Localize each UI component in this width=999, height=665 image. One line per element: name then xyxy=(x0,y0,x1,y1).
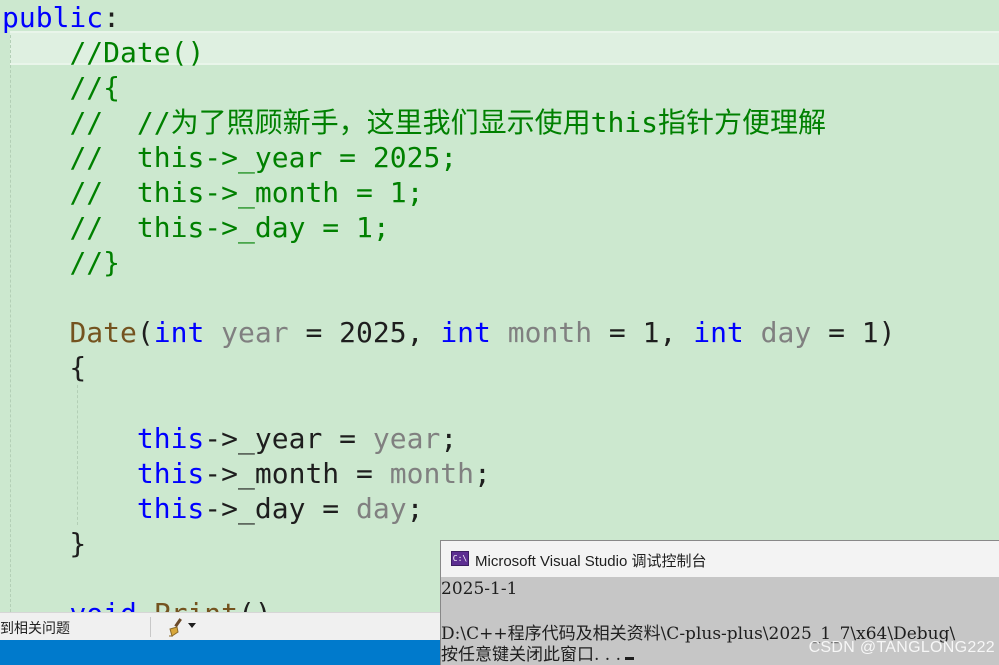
code-token: : xyxy=(103,1,121,34)
related-issues-label[interactable]: 到相关问题 xyxy=(0,618,70,638)
code-token: ; xyxy=(474,457,491,490)
code-token: ->_month = xyxy=(204,457,390,490)
code-token: this xyxy=(136,492,205,525)
cursor-block xyxy=(625,657,635,660)
code-token: = 1) xyxy=(811,316,896,349)
code-token: // this->_day = 1; xyxy=(69,211,390,244)
code-token: //} xyxy=(69,246,121,279)
console-title: Microsoft Visual Studio 调试控制台 xyxy=(475,553,707,570)
code-token: // //为了照顾新手，这里我们显示使用this指针方便理解 xyxy=(69,106,827,139)
code-line[interactable]: public: xyxy=(2,0,120,35)
code-token: // this->_year = 2025; xyxy=(69,141,458,174)
code-token: // this->_month = 1; xyxy=(69,176,424,209)
code-line[interactable]: // this->_month = 1; xyxy=(2,175,423,210)
code-line[interactable]: } xyxy=(2,526,86,561)
code-token: void xyxy=(69,597,136,612)
code-token: this xyxy=(136,457,205,490)
console-line: 2025-1-1 xyxy=(441,579,518,599)
code-token: { xyxy=(2,351,87,384)
console-prompt-line: 按任意键关闭此窗口. . . xyxy=(441,640,635,665)
console-title-bar[interactable]: C:\ Microsoft Visual Studio 调试控制台 xyxy=(441,541,999,577)
code-line[interactable]: void Print() xyxy=(2,596,272,612)
toolbar-separator xyxy=(150,617,151,637)
code-token: month xyxy=(507,316,593,349)
code-token: int xyxy=(693,316,744,349)
console-app-icon: C:\ xyxy=(451,551,469,566)
code-token: int xyxy=(153,316,205,349)
chevron-down-icon[interactable] xyxy=(188,623,196,628)
status-bar xyxy=(0,640,440,665)
code-line[interactable]: //{ xyxy=(2,70,120,105)
code-token: Print xyxy=(154,597,238,612)
code-token: month xyxy=(389,457,475,490)
code-token: () xyxy=(238,597,272,612)
code-editor[interactable]: public: //Date() //{ // //为了照顾新手，这里我们显示使… xyxy=(0,0,999,612)
error-list-toolbar: 到相关问题 xyxy=(0,612,440,641)
code-token: int xyxy=(440,316,491,349)
code-line[interactable]: // this->_year = 2025; xyxy=(2,140,457,175)
code-token: this xyxy=(136,422,205,455)
code-line[interactable]: this->_day = day; xyxy=(2,491,424,526)
code-token: ; xyxy=(406,492,424,525)
console-line: 按任意键关闭此窗口. . . xyxy=(441,645,622,665)
code-token: ; xyxy=(440,422,458,455)
code-line[interactable]: //Date() xyxy=(2,35,204,70)
code-line[interactable]: // //为了照顾新手，这里我们显示使用this指针方便理解 xyxy=(2,105,826,140)
code-token: ->_day = xyxy=(204,492,357,525)
code-token: year xyxy=(372,422,441,455)
code-line[interactable]: //} xyxy=(2,245,120,280)
code-line[interactable]: this->_year = year; xyxy=(2,421,457,456)
code-line[interactable]: // this->_day = 1; xyxy=(2,210,390,245)
code-token: day xyxy=(760,316,812,349)
code-token: = 1, xyxy=(592,316,694,349)
code-token: //{ xyxy=(69,71,121,104)
code-token: day xyxy=(356,492,407,525)
code-token: Date xyxy=(69,316,137,349)
code-line[interactable]: { xyxy=(2,350,86,385)
code-token: = 2025, xyxy=(288,316,441,349)
code-token: public xyxy=(2,1,104,34)
code-line[interactable]: this->_month = month; xyxy=(2,456,491,491)
code-token: ( xyxy=(136,316,154,349)
code-token: } xyxy=(2,527,87,560)
code-line[interactable]: Date(int year = 2025, int month = 1, int… xyxy=(2,315,896,350)
watermark: CSDN @TANGLONG222 xyxy=(808,639,995,656)
code-token: //Date() xyxy=(69,36,205,69)
code-token: year xyxy=(221,316,289,349)
code-token: ->_year = xyxy=(204,422,373,455)
cleanup-brush-icon[interactable] xyxy=(166,616,188,638)
